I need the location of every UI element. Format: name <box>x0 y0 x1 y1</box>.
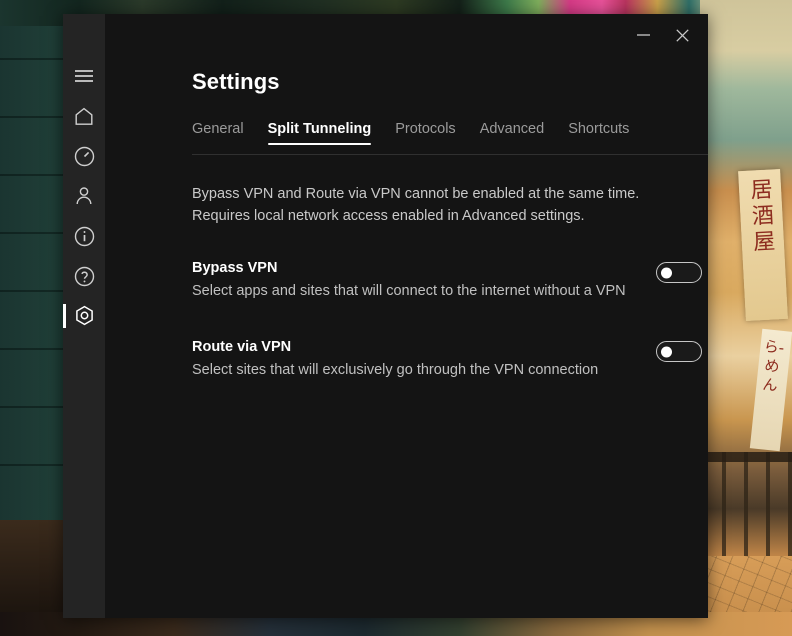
close-button[interactable] <box>665 22 699 48</box>
toggle-route-via-vpn[interactable] <box>656 341 702 362</box>
setting-texts-bypass-vpn: Bypass VPN Select apps and sites that wi… <box>192 260 644 302</box>
person-icon <box>74 186 94 206</box>
tab-split-tunneling[interactable]: Split Tunneling <box>267 121 371 145</box>
background-chairs <box>700 452 792 556</box>
question-circle-icon <box>74 266 95 287</box>
sidebar-item-home[interactable] <box>63 96 105 136</box>
info-circle-icon <box>74 226 95 247</box>
setting-texts-route-via-vpn: Route via VPN Select sites that will exc… <box>192 339 644 381</box>
sidebar <box>63 14 105 618</box>
vpn-app-window: Settings General Split Tunneling Protoco… <box>63 14 708 618</box>
sidebar-item-menu[interactable] <box>63 56 105 96</box>
settings-nut-icon <box>73 305 96 328</box>
tab-general[interactable]: General <box>192 121 244 145</box>
tab-advanced[interactable]: Advanced <box>480 121 545 145</box>
background-izakaya-sign-text: 居酒屋 <box>749 177 776 256</box>
hamburger-menu-icon <box>74 69 94 83</box>
notice-line-1: Bypass VPN and Route via VPN cannot be e… <box>192 186 640 202</box>
tabs-container: General Split Tunneling Protocols Advanc… <box>192 121 708 155</box>
tab-protocols[interactable]: Protocols <box>395 121 455 145</box>
toggle-bypass-vpn[interactable] <box>656 262 702 283</box>
main-panel: Settings General Split Tunneling Protoco… <box>105 14 708 618</box>
notice-line-2: Requires local network access enabled in… <box>192 208 585 224</box>
sidebar-item-speed[interactable] <box>63 136 105 176</box>
toggle-knob <box>661 346 672 357</box>
titlebar <box>105 14 708 54</box>
close-icon <box>675 28 689 42</box>
tab-shortcuts[interactable]: Shortcuts <box>568 121 629 145</box>
minimize-button[interactable] <box>626 22 660 48</box>
setting-title-bypass-vpn: Bypass VPN <box>192 260 278 276</box>
speedometer-icon <box>74 146 95 167</box>
sidebar-item-info[interactable] <box>63 216 105 256</box>
minimize-icon <box>636 34 650 36</box>
content-area: Settings General Split Tunneling Protoco… <box>105 54 708 618</box>
desktop-background: 居酒屋 ら-めん Settings General Split Tunnelin… <box>0 0 792 636</box>
setting-description-route-via-vpn: Select sites that will exclusively go th… <box>192 362 599 378</box>
setting-row-bypass-vpn: Bypass VPN Select apps and sites that wi… <box>192 260 702 302</box>
setting-row-route-via-vpn: Route via VPN Select sites that will exc… <box>192 339 702 381</box>
setting-description-bypass-vpn: Select apps and sites that will connect … <box>192 283 626 299</box>
tabs-divider <box>192 154 708 155</box>
notice-text: Bypass VPN and Route via VPN cannot be e… <box>192 183 692 227</box>
tab-bar: General Split Tunneling Protocols Advanc… <box>192 121 708 154</box>
sidebar-item-account[interactable] <box>63 176 105 216</box>
sidebar-item-settings[interactable] <box>63 296 105 336</box>
toggle-knob <box>661 267 672 278</box>
page-title: Settings <box>192 69 280 94</box>
sidebar-item-help[interactable] <box>63 256 105 296</box>
home-icon <box>74 107 94 126</box>
setting-title-route-via-vpn: Route via VPN <box>192 339 292 355</box>
